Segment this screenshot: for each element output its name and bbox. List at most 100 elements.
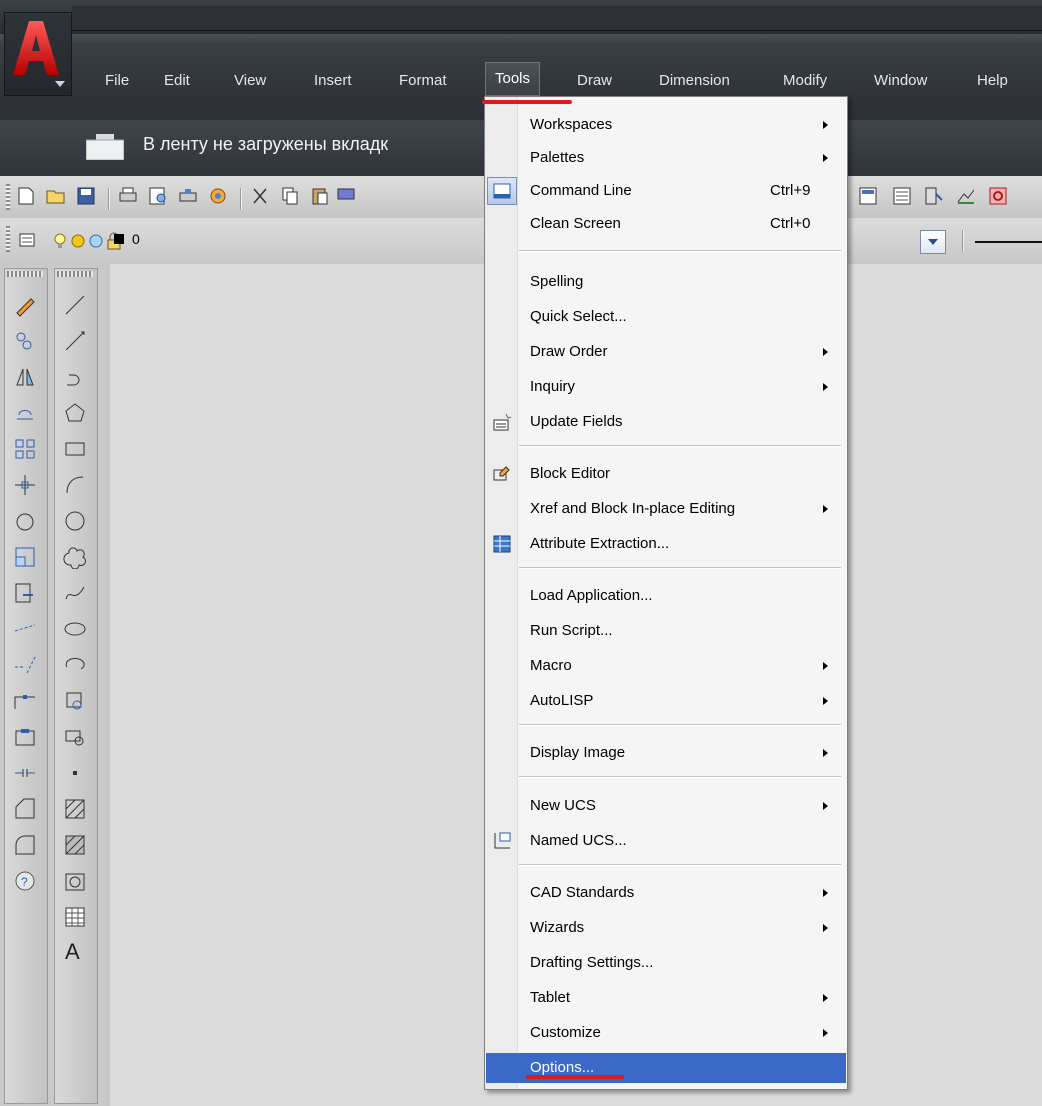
sun-icon[interactable] (68, 231, 88, 251)
menu-view[interactable]: View (225, 66, 275, 96)
offset-icon[interactable] (13, 401, 37, 425)
rectangle-icon[interactable] (63, 437, 87, 461)
plot-icon[interactable] (118, 186, 138, 206)
menu-item-draw-order[interactable]: Draw Order (486, 337, 846, 367)
menu-item-cad-standards[interactable]: CAD Standards (486, 878, 846, 908)
point-icon[interactable] (63, 761, 87, 785)
viewport-freeze-icon[interactable] (86, 231, 106, 251)
make-block-icon[interactable] (63, 725, 87, 749)
menu-item-run-script[interactable]: Run Script... (486, 616, 846, 646)
design-center-icon[interactable] (892, 186, 912, 206)
menu-item-tablet[interactable]: Tablet (486, 983, 846, 1013)
table-icon[interactable] (63, 905, 87, 929)
copy-object-icon[interactable] (13, 329, 37, 353)
new-file-icon[interactable] (16, 186, 36, 206)
break-at-point-icon[interactable] (13, 689, 37, 713)
tool-palettes-icon[interactable] (924, 186, 944, 206)
menu-item-inquiry[interactable]: Inquiry (486, 372, 846, 402)
menu-edit[interactable]: Edit (155, 66, 199, 96)
menu-item-command-line[interactable]: Command Line Ctrl+9 (486, 176, 846, 206)
submenu-arrow-icon (823, 749, 828, 757)
menu-item-workspaces[interactable]: Workspaces (486, 110, 846, 140)
scale-icon[interactable] (13, 545, 37, 569)
menu-separator (519, 250, 841, 252)
fillet-icon[interactable] (13, 833, 37, 857)
stretch-icon[interactable] (13, 581, 37, 605)
menu-insert[interactable]: Insert (305, 66, 361, 96)
markup-set-icon[interactable] (956, 186, 976, 206)
menu-file[interactable]: File (96, 66, 138, 96)
cut-icon[interactable] (250, 186, 270, 206)
menu-item-block-editor[interactable]: Block Editor (486, 459, 846, 489)
menu-item-new-ucs[interactable]: New UCS (486, 791, 846, 821)
arc-icon[interactable] (63, 473, 87, 497)
menu-dimension[interactable]: Dimension (650, 66, 739, 96)
menu-item-xref-block-editing[interactable]: Xref and Block In-place Editing (486, 494, 846, 524)
erase-icon[interactable] (13, 293, 37, 317)
menu-item-named-ucs[interactable]: Named UCS... (486, 826, 846, 856)
chamfer-icon[interactable] (13, 797, 37, 821)
save-icon[interactable] (76, 186, 96, 206)
menu-item-palettes[interactable]: Palettes (486, 143, 846, 173)
polygon-icon[interactable] (63, 401, 87, 425)
3d-dwf-icon[interactable] (208, 186, 228, 206)
join-icon[interactable] (13, 761, 37, 785)
revision-cloud-icon[interactable] (63, 545, 87, 569)
menu-format[interactable]: Format (390, 66, 456, 96)
tools-dropdown-menu: Workspaces Palettes Command Line Ctrl+9 C… (484, 96, 848, 1090)
plot-preview-icon[interactable] (148, 186, 168, 206)
application-menu-button[interactable] (4, 12, 72, 96)
menu-item-update-fields[interactable]: Update Fields (486, 407, 846, 437)
ellipse-arc-icon[interactable] (63, 653, 87, 677)
polyline-icon[interactable] (63, 365, 87, 389)
line-icon[interactable] (63, 293, 87, 317)
menu-item-clean-screen[interactable]: Clean Screen Ctrl+0 (486, 209, 846, 239)
menu-item-autolisp[interactable]: AutoLISP (486, 686, 846, 716)
menu-item-display-image[interactable]: Display Image (486, 738, 846, 768)
move-icon[interactable] (13, 473, 37, 497)
toolbar-grip[interactable] (6, 184, 10, 210)
match-properties-icon[interactable] (336, 186, 356, 206)
options-highlight-underline (526, 1075, 624, 1079)
lightbulb-icon[interactable] (50, 231, 70, 251)
extend-icon[interactable] (13, 653, 37, 677)
break-icon[interactable] (13, 725, 37, 749)
menu-item-drafting-settings[interactable]: Drafting Settings... (486, 948, 846, 978)
gradient-icon[interactable] (63, 833, 87, 857)
multiline-text-icon[interactable]: A (65, 939, 80, 965)
publish-icon[interactable] (178, 186, 198, 206)
quickcalc-icon[interactable] (988, 186, 1008, 206)
paste-icon[interactable] (310, 186, 330, 206)
help-icon[interactable]: ? (13, 869, 37, 893)
circle-icon[interactable] (63, 509, 87, 533)
array-icon[interactable] (13, 437, 37, 461)
menu-help[interactable]: Help (968, 66, 1017, 96)
spline-icon[interactable] (63, 581, 87, 605)
layer-dropdown[interactable] (920, 230, 946, 254)
menu-modify[interactable]: Modify (774, 66, 836, 96)
construction-line-icon[interactable] (63, 329, 87, 353)
menu-item-customize[interactable]: Customize (486, 1018, 846, 1048)
insert-block-icon[interactable] (63, 689, 87, 713)
layer-properties-icon[interactable] (18, 230, 38, 250)
trim-icon[interactable] (13, 617, 37, 641)
menu-item-load-application[interactable]: Load Application... (486, 581, 846, 611)
tools-highlight-underline (482, 100, 572, 104)
menu-item-quick-select[interactable]: Quick Select... (486, 302, 846, 332)
ellipse-icon[interactable] (63, 617, 87, 641)
menu-item-spelling[interactable]: Spelling (486, 267, 846, 297)
menu-tools[interactable]: Tools (485, 62, 541, 96)
copy-icon[interactable] (280, 186, 300, 206)
menu-item-wizards[interactable]: Wizards (486, 913, 846, 943)
hatch-icon[interactable] (63, 797, 87, 821)
region-icon[interactable] (63, 869, 87, 893)
menu-window[interactable]: Window (865, 66, 936, 96)
menu-draw[interactable]: Draw (568, 66, 621, 96)
mirror-icon[interactable] (13, 365, 37, 389)
menu-item-macro[interactable]: Macro (486, 651, 846, 681)
menu-item-attribute-extraction[interactable]: Attribute Extraction... (486, 529, 846, 559)
open-folder-icon[interactable] (46, 186, 66, 206)
rotate-icon[interactable] (13, 509, 37, 533)
toolbar-grip[interactable] (6, 226, 10, 252)
properties-icon[interactable] (858, 186, 878, 206)
